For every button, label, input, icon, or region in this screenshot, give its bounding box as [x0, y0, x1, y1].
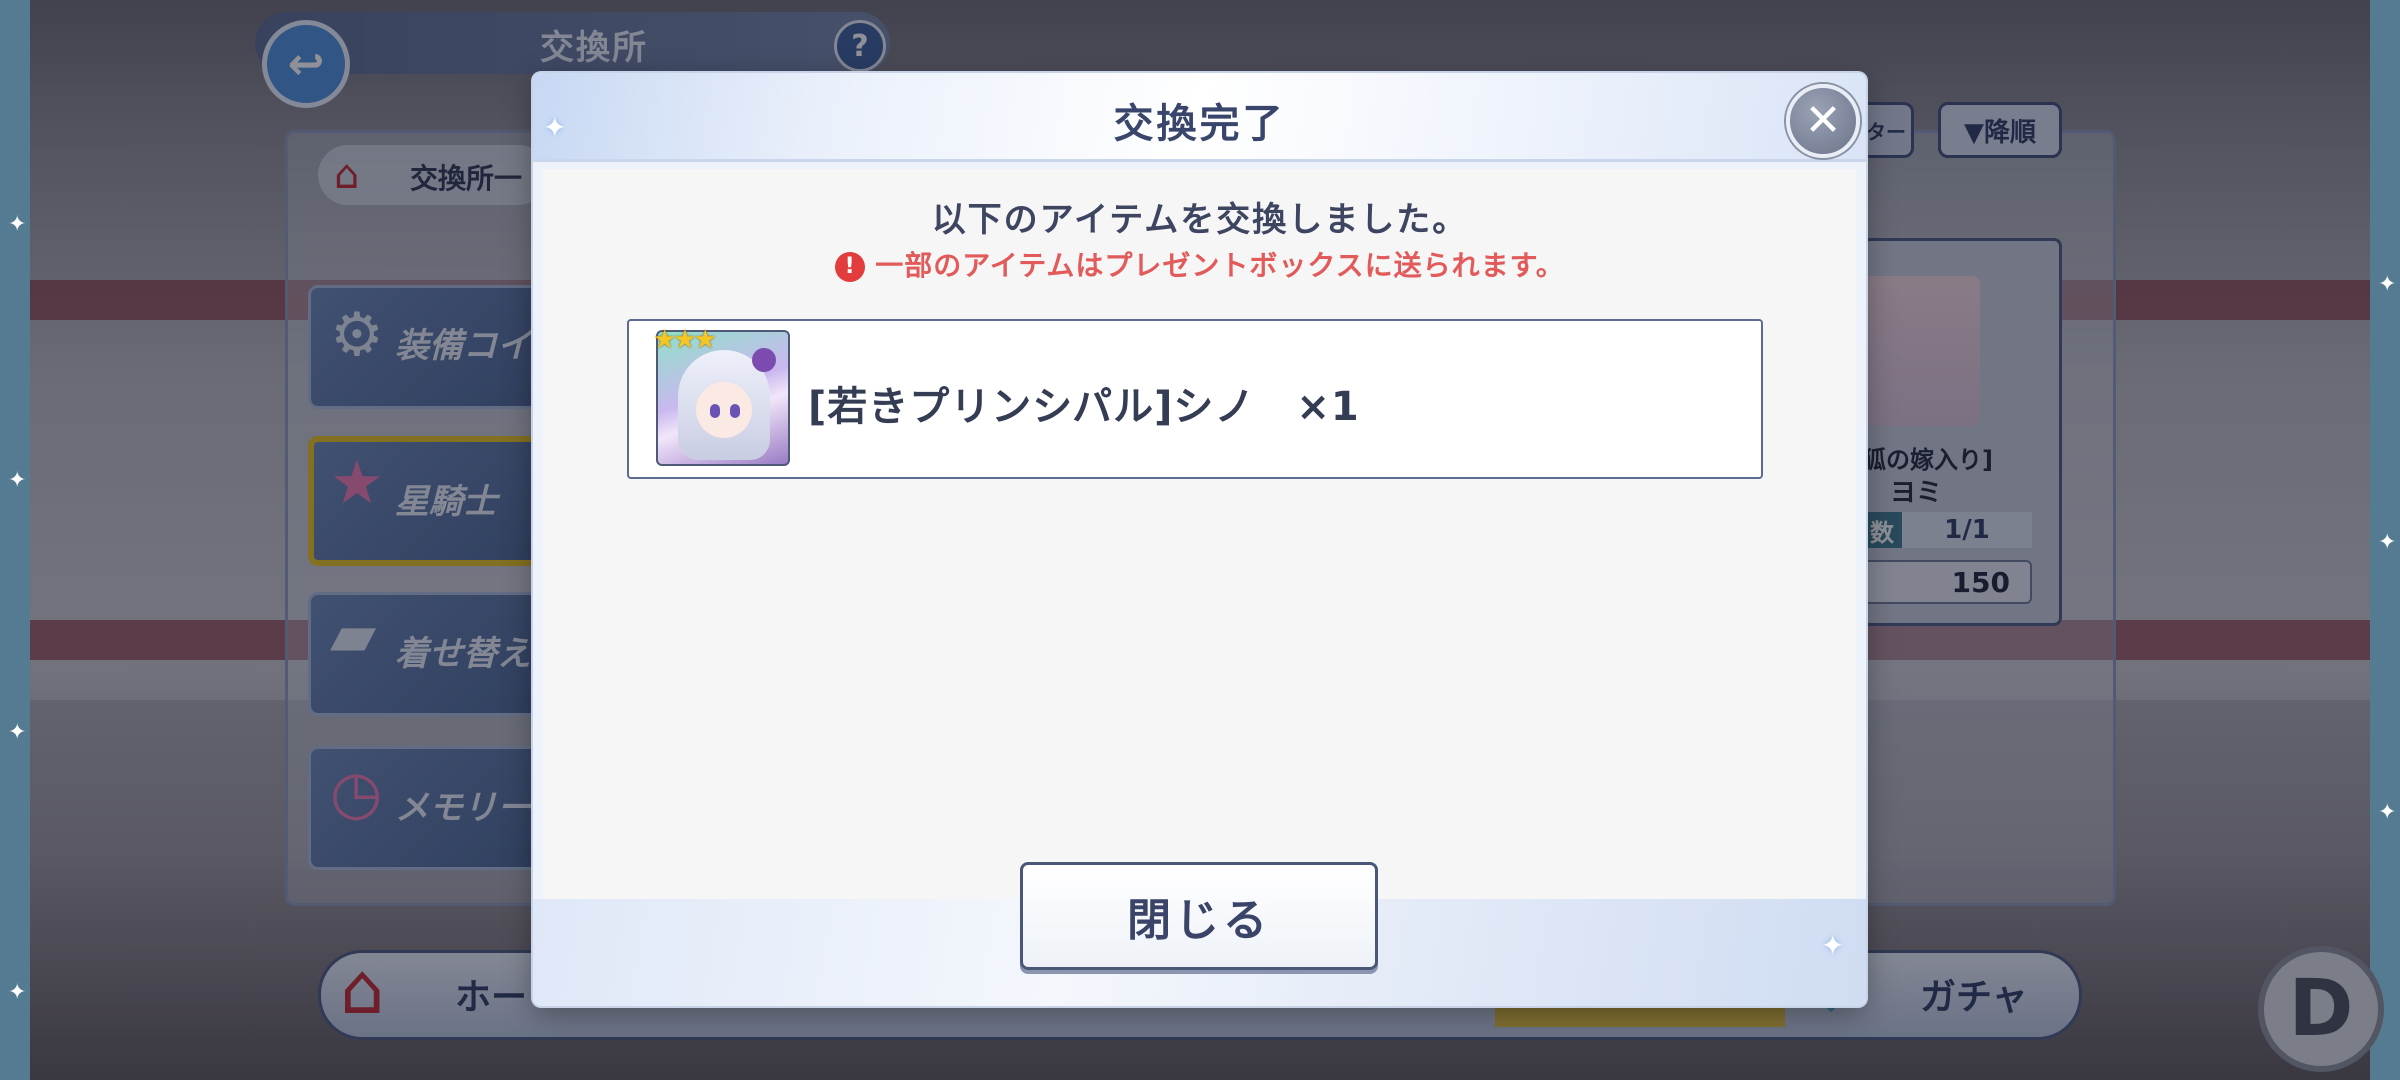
- warning-icon: !: [835, 252, 866, 282]
- character-face: [696, 382, 752, 438]
- sparkle-icon: ✦: [2378, 530, 2397, 555]
- character-eye: [710, 404, 720, 418]
- sparkle-icon: ✦: [8, 720, 27, 745]
- sparkle-icon: ✦: [2378, 800, 2397, 825]
- warning-text: 一部のアイテムはプレゼントボックスに送られます。: [875, 249, 1565, 282]
- sparkle-icon: ✦: [1821, 929, 1845, 962]
- dialog-title: 交換完了: [1113, 101, 1286, 147]
- dialog-message: 以下のアイテムを交換しました。: [931, 200, 1469, 240]
- sparkle-icon: ✦: [8, 468, 27, 493]
- sparkle-icon: ✦: [8, 980, 27, 1005]
- item-name: [若きプリンシパル]シノ ×1: [808, 384, 1360, 430]
- close-icon[interactable]: ✕: [1786, 84, 1860, 158]
- dialog-warning: ! 一部のアイテムはプレゼントボックスに送られます。: [0, 244, 2400, 284]
- rarity-stars-icon: ★★★: [653, 325, 717, 355]
- character-eye: [730, 404, 740, 418]
- dialog-header: ✦ 交換完了: [533, 73, 1866, 162]
- close-button[interactable]: 閉じる: [1020, 862, 1378, 970]
- flower-icon: [752, 348, 776, 372]
